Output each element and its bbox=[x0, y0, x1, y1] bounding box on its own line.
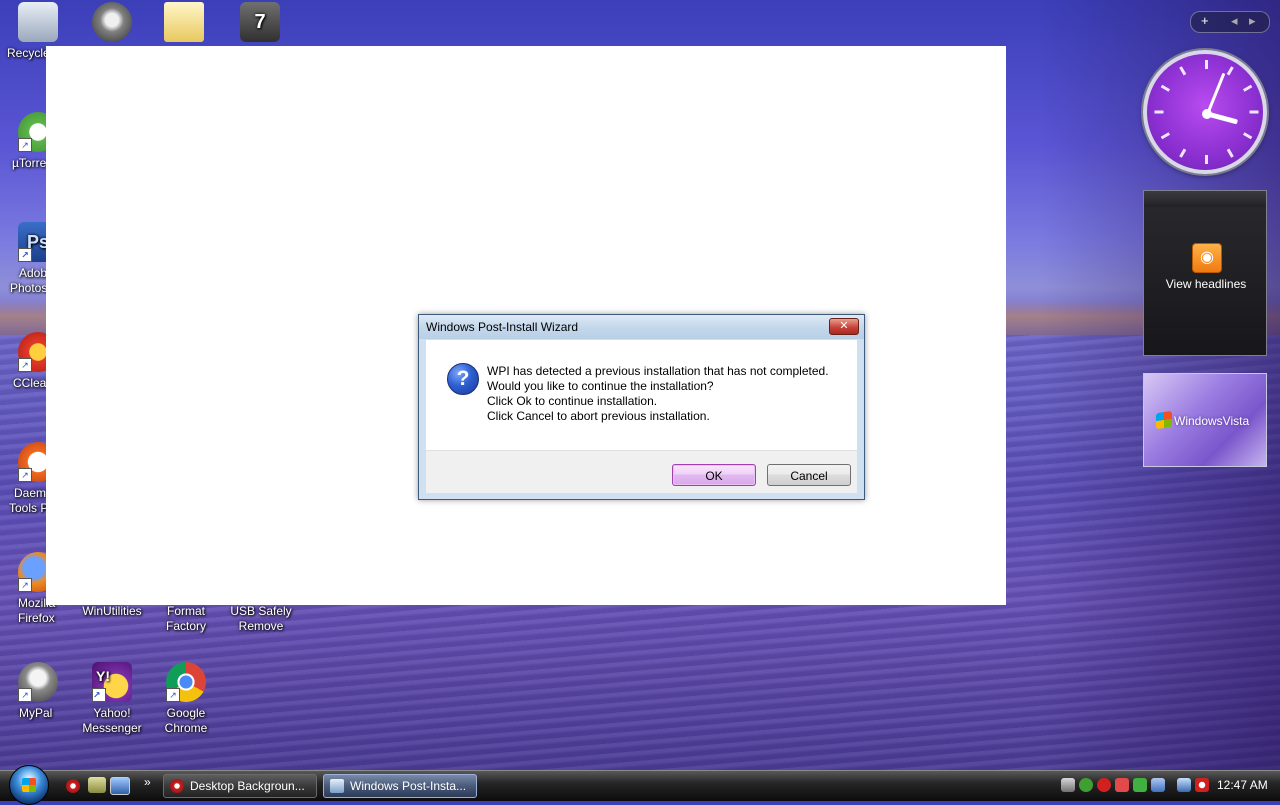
desktop-icon-label: MyPal bbox=[19, 706, 53, 720]
task-label: Windows Post-Insta... bbox=[350, 779, 467, 793]
shortcut-arrow-icon: ↗ bbox=[18, 688, 32, 702]
clock-tick bbox=[1154, 110, 1164, 114]
dialog-message: WPI has detected a previous installation… bbox=[487, 364, 829, 424]
wpi-dialog: Windows Post-Install Wizard ✕ ? WPI has … bbox=[418, 314, 865, 500]
clock-tick bbox=[1179, 66, 1187, 76]
message-line: Would you like to continue the installat… bbox=[487, 379, 714, 393]
clock-tick bbox=[1179, 148, 1187, 158]
quicklaunch-more-button[interactable]: » bbox=[144, 775, 151, 789]
desktop-icon-label: WinUtilities bbox=[82, 604, 142, 618]
task-desktop-background[interactable]: Desktop Backgroun... bbox=[163, 774, 317, 798]
clock-tick bbox=[1226, 66, 1234, 76]
wpi-app-icon bbox=[330, 779, 344, 793]
desktop-icon-label: Firefox bbox=[18, 611, 55, 625]
folder-icon bbox=[164, 2, 204, 42]
desktop-icon-label: Messenger bbox=[82, 721, 142, 735]
clock-tick bbox=[1226, 148, 1234, 158]
clock-gadget[interactable] bbox=[1143, 50, 1267, 174]
desktop-icon-usb-safely-remove[interactable]: USB Safely Remove bbox=[221, 604, 301, 634]
question-icon: ? bbox=[447, 363, 479, 395]
message-line: WPI has detected a previous installation… bbox=[487, 364, 829, 378]
desktop-icon-winutilities[interactable]: WinUtilities bbox=[72, 604, 152, 619]
shortcut-arrow-icon: ↗ bbox=[92, 688, 106, 702]
shortcut-arrow-icon: ↗ bbox=[18, 578, 32, 592]
desktop-icon-yahoo-messenger[interactable]: Y! ↗ Yahoo! Messenger bbox=[74, 662, 150, 736]
shortcut-arrow-icon: ↗ bbox=[18, 248, 32, 262]
task-label: Desktop Backgroun... bbox=[190, 779, 305, 793]
tray-error-icon[interactable] bbox=[1097, 778, 1111, 792]
taskbar: » Desktop Backgroun... Windows Post-Inst… bbox=[0, 765, 1280, 805]
opera-icon bbox=[170, 779, 184, 793]
show-desktop-icon[interactable] bbox=[110, 777, 130, 795]
desktop-icon-7zip[interactable]: 7 bbox=[222, 2, 298, 46]
tray-check-icon[interactable] bbox=[1133, 778, 1147, 792]
yahoo-messenger-icon: Y! ↗ bbox=[92, 662, 132, 702]
raccoon-icon bbox=[92, 2, 132, 42]
taskbar-clock[interactable]: 12:47 AM bbox=[1217, 778, 1268, 792]
clock-tick bbox=[1160, 132, 1171, 140]
view-headlines-link[interactable]: View headlines bbox=[1144, 277, 1268, 291]
desktop-icon-folder[interactable] bbox=[146, 2, 222, 46]
add-gadget-button[interactable]: + bbox=[1201, 13, 1209, 28]
chrome-icon: ↗ bbox=[166, 662, 206, 702]
desktop-icon-label: Chrome bbox=[164, 721, 208, 735]
raccoon-icon: ↗ bbox=[18, 662, 58, 702]
slideshow-caption: WindowsVista bbox=[1174, 414, 1250, 428]
message-line: Click Ok to continue installation. bbox=[487, 394, 658, 408]
ok-button[interactable]: OK bbox=[672, 464, 756, 486]
desktop-icon-label: Format bbox=[166, 604, 205, 618]
tray-display-icon[interactable] bbox=[1177, 778, 1191, 792]
start-button[interactable] bbox=[9, 765, 49, 805]
dialog-body: ? WPI has detected a previous installati… bbox=[426, 340, 857, 450]
desktop-icon-label: USB Safely bbox=[230, 604, 292, 618]
clock-tick bbox=[1242, 84, 1253, 92]
clock-tick bbox=[1249, 110, 1259, 114]
shortcut-arrow-icon: ↗ bbox=[18, 468, 32, 482]
7zip-icon: 7 bbox=[240, 2, 280, 42]
rss-icon: ◉ bbox=[1192, 243, 1222, 273]
shortcut-arrow-icon: ↗ bbox=[18, 358, 32, 372]
feed-headlines-gadget[interactable]: ◉ View headlines bbox=[1143, 190, 1267, 356]
desktop-icon-mypal[interactable]: ↗ MyPal bbox=[0, 662, 76, 721]
desktop-icon-label: Yahoo! bbox=[93, 706, 131, 720]
tray-volume-muted-icon[interactable] bbox=[1195, 778, 1209, 792]
dialog-titlebar[interactable]: Windows Post-Install Wizard ✕ bbox=[419, 315, 864, 339]
quicklaunch-opera-icon[interactable] bbox=[66, 779, 80, 793]
desktop-icon-format-factory[interactable]: Format Factory bbox=[146, 604, 226, 634]
shortcut-arrow-icon: ↗ bbox=[166, 688, 180, 702]
tray-blocked-icon[interactable] bbox=[1115, 778, 1129, 792]
quicklaunch-app-icon[interactable] bbox=[88, 777, 106, 793]
shortcut-arrow-icon: ↗ bbox=[18, 138, 32, 152]
slideshow-gadget[interactable]: WindowsVista bbox=[1143, 373, 1267, 467]
clock-tick bbox=[1205, 155, 1208, 164]
tray-network-icon[interactable] bbox=[1061, 778, 1075, 792]
prev-gadgets-button[interactable]: ◂ bbox=[1231, 13, 1238, 29]
clock-center bbox=[1202, 109, 1212, 119]
desktop-icon-label: Factory bbox=[165, 619, 206, 633]
desktop-icon-google-chrome[interactable]: ↗ Google Chrome bbox=[148, 662, 224, 736]
desktop-icon-raccoon-app[interactable] bbox=[74, 2, 150, 46]
desktop-icon-label: Google bbox=[166, 706, 206, 720]
tray-device-icon[interactable] bbox=[1151, 778, 1165, 792]
clock-tick bbox=[1205, 60, 1208, 69]
clock-tick bbox=[1160, 84, 1171, 92]
desktop-icon-label: Remove bbox=[238, 619, 284, 633]
close-button[interactable]: ✕ bbox=[829, 318, 859, 335]
recycle-bin-icon bbox=[18, 2, 58, 42]
next-gadgets-button[interactable]: ▸ bbox=[1249, 13, 1256, 29]
dialog-title: Windows Post-Install Wizard bbox=[426, 320, 579, 334]
windows-logo-icon bbox=[1156, 410, 1172, 430]
task-windows-post-install[interactable]: Windows Post-Insta... bbox=[323, 774, 477, 798]
sidebar-controls: + ◂ ▸ bbox=[1190, 11, 1270, 33]
tray-utorrent-icon[interactable] bbox=[1079, 778, 1093, 792]
feed-gadget-header bbox=[1144, 191, 1266, 207]
dialog-footer: OK Cancel bbox=[426, 450, 857, 493]
clock-tick bbox=[1242, 132, 1253, 140]
windows-logo-icon bbox=[22, 778, 36, 792]
message-line: Click Cancel to abort previous installat… bbox=[487, 409, 710, 423]
cancel-button[interactable]: Cancel bbox=[767, 464, 851, 486]
